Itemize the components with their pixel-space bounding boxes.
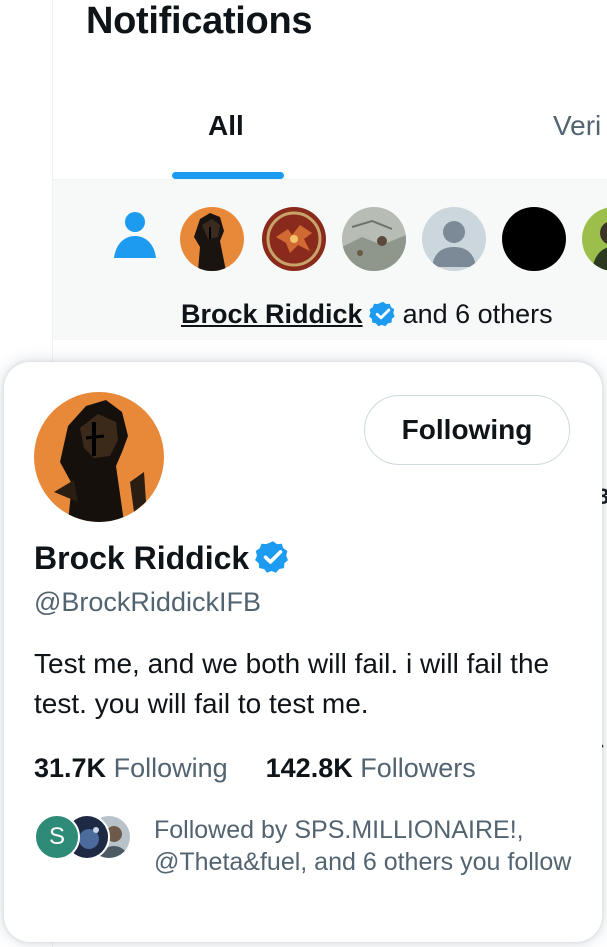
profile-hover-card: Following Brock Riddick @BrockRiddickIFB… xyxy=(4,362,602,942)
page-title: Notifications xyxy=(86,0,313,42)
notification-user-link[interactable]: Brock Riddick xyxy=(181,299,363,329)
notification-suffix: and 6 others xyxy=(402,299,553,329)
followed-by-avatars[interactable]: S xyxy=(34,814,134,862)
avatar-landscape[interactable] xyxy=(342,207,406,271)
tab-verified[interactable]: Veri xyxy=(553,108,601,144)
followers-count: 142.8K xyxy=(265,753,353,783)
person-icon xyxy=(114,212,156,258)
tab-all[interactable]: All xyxy=(208,108,244,144)
verified-badge-icon xyxy=(368,301,395,327)
profile-bio: Test me, and we both will fail. i will f… xyxy=(34,648,550,719)
avatar-dragon[interactable] xyxy=(262,207,326,271)
profile-name-text[interactable]: Brock Riddick xyxy=(34,540,249,576)
notifications-page: Notifications All Veri Brock Riddick and… xyxy=(0,0,607,947)
profile-avatar[interactable] xyxy=(34,392,164,522)
followed-by-text[interactable]: Followed by SPS.MILLIONAIRE!, @Theta&fue… xyxy=(154,814,574,878)
followed-avatar-sps: S xyxy=(34,814,80,860)
avatar-black[interactable] xyxy=(502,207,566,271)
profile-handle[interactable]: @BrockRiddickIFB xyxy=(34,584,261,620)
verified-badge-icon xyxy=(255,541,289,573)
profile-stats: 31.7K Following 142.8K Followers xyxy=(34,750,476,786)
followers-label: Followers xyxy=(360,753,476,783)
avatar-default[interactable] xyxy=(422,207,486,271)
following-label: Following xyxy=(113,753,228,783)
profile-name[interactable]: Brock Riddick xyxy=(34,538,291,578)
following-button[interactable]: Following xyxy=(364,395,570,465)
avatar-brock-riddick[interactable] xyxy=(180,207,244,271)
following-count: 31.7K xyxy=(34,753,107,783)
followers-stat[interactable]: 142.8K Followers xyxy=(266,753,476,783)
following-stat[interactable]: 31.7K Following xyxy=(34,753,228,783)
notification-text: Brock Riddick and 6 others xyxy=(181,296,553,332)
active-tab-indicator xyxy=(172,172,284,179)
